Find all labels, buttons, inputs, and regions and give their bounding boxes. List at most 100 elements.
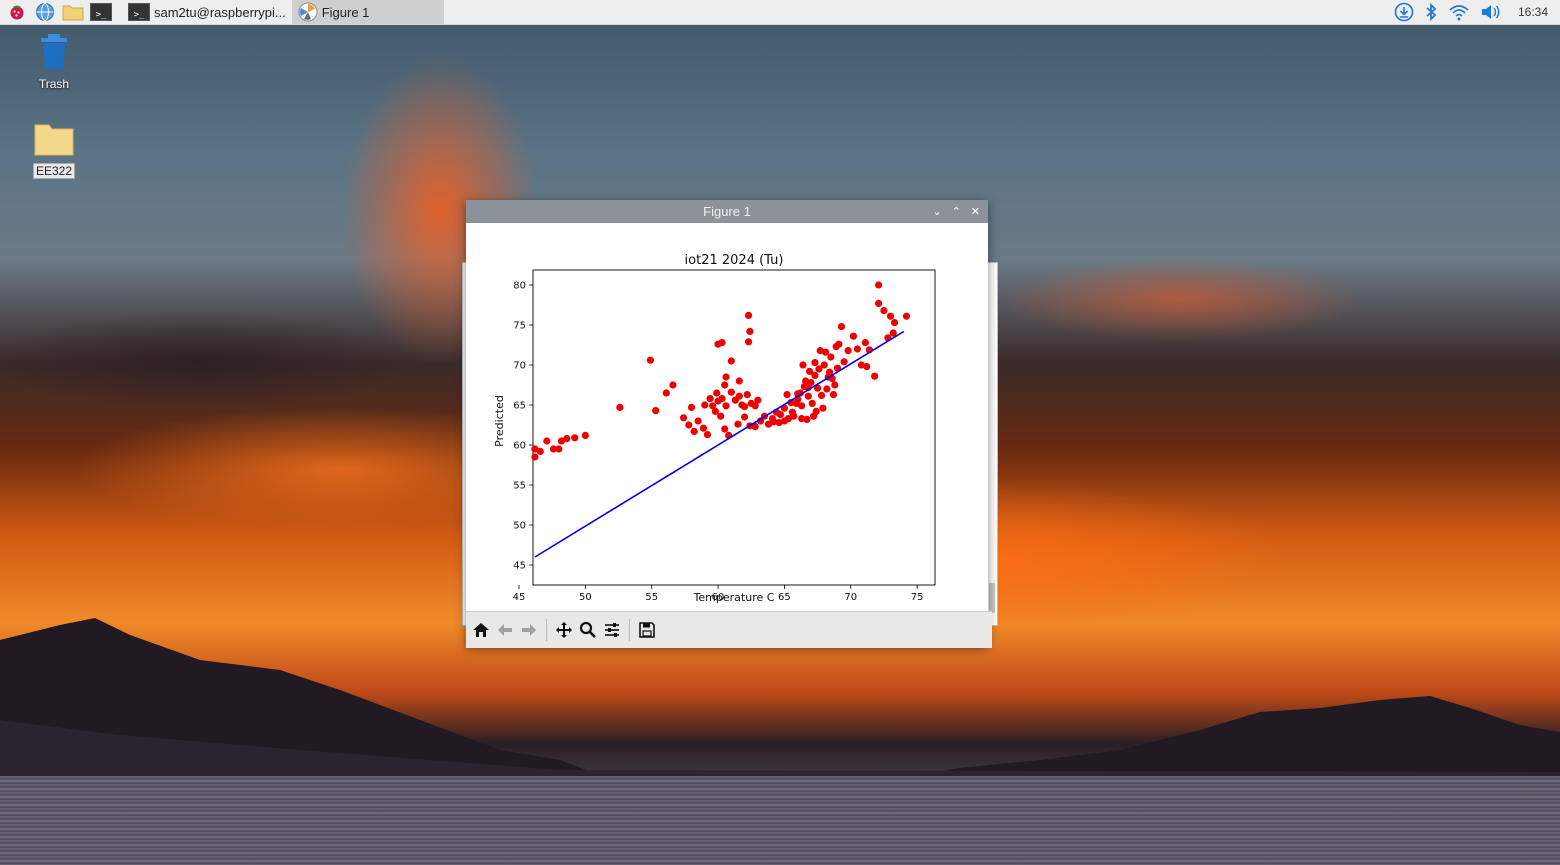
scatter-point [735, 392, 743, 400]
scatter-point [806, 367, 814, 375]
scatter-point [776, 411, 785, 419]
scatter-point [829, 391, 838, 399]
file-manager-folder-icon[interactable] [62, 1, 84, 23]
taskbar-task-terminal[interactable]: >_ sam2tu@raspberrypi... [122, 0, 292, 24]
wifi-icon[interactable] [1448, 3, 1470, 21]
scatter-point [798, 415, 806, 423]
scatter-point [812, 407, 820, 415]
desktop-icon-ee322[interactable]: EE322 [24, 122, 84, 179]
folder-icon [34, 124, 74, 156]
volume-icon[interactable] [1480, 3, 1502, 21]
scatter-point [722, 402, 730, 410]
terminal-icon: >_ [128, 3, 150, 21]
scatter-point [718, 339, 726, 347]
taskbar-task-label: sam2tu@raspberrypi... [154, 4, 286, 20]
scatter-point [717, 412, 725, 420]
maximize-icon[interactable]: ⌃ [952, 205, 961, 218]
scatter-point [871, 372, 879, 380]
scatter-point [835, 340, 843, 348]
scatter-point [669, 381, 677, 389]
scatter-point [536, 447, 544, 455]
y-tick-label: 70 [513, 361, 526, 372]
scatter-point [701, 401, 709, 409]
save-icon[interactable] [636, 619, 658, 641]
taskbar-task-label: Figure 1 [321, 4, 370, 20]
scatter-point [817, 391, 826, 399]
x-tick-label: 60 [712, 592, 725, 603]
scatter-point [735, 377, 743, 385]
configure-icon[interactable] [601, 619, 623, 641]
taskbar: >_ >_ sam2tu@raspberrypi... Figure 1 16:… [0, 0, 1560, 25]
minimize-icon[interactable]: ⌄ [932, 205, 941, 218]
x-tick-label: 75 [911, 592, 924, 603]
browser-globe-icon[interactable] [34, 1, 56, 23]
system-tray: 16:34 [1394, 0, 1560, 24]
scatter-point [819, 404, 827, 412]
navigation-toolbar [466, 611, 992, 648]
raspberry-menu-icon[interactable] [6, 1, 28, 23]
scatter-point [646, 356, 654, 364]
scatter-point [581, 431, 589, 439]
scatter-point [890, 319, 899, 327]
x-tick-label: 50 [579, 592, 592, 603]
window-title: Figure 1 [703, 204, 751, 219]
desktop-icon-label: EE322 [32, 163, 76, 179]
desktop-icon-label: Trash [38, 77, 70, 91]
scatter-point [875, 299, 883, 307]
toolbar-separator [629, 619, 630, 641]
scatter-point [880, 307, 888, 315]
close-icon[interactable]: ✕ [971, 205, 980, 218]
terminal-launcher-icon[interactable]: >_ [90, 1, 112, 23]
scatter-point [790, 412, 798, 420]
taskbar-task-figure[interactable]: Figure 1 [291, 0, 444, 24]
scatter-point [685, 421, 693, 429]
scatter-point [713, 389, 721, 397]
scatter-point [543, 437, 551, 445]
scatter-point [563, 435, 571, 443]
scatter-point [902, 312, 911, 320]
figure-window[interactable]: Figure 1 ⌄ ⌃ ✕ iot21 2024 (Tu) Temperatu… [466, 200, 992, 648]
scatter-point [727, 388, 735, 396]
scatter-point [808, 399, 816, 407]
pan-icon[interactable] [553, 619, 575, 641]
zoom-icon[interactable] [577, 619, 599, 641]
scatter-point [811, 359, 819, 367]
scatter-point [798, 402, 806, 410]
y-tick-label: 45 [513, 561, 526, 572]
window-titlebar[interactable]: Figure 1 ⌄ ⌃ ✕ [466, 200, 988, 223]
scatter-point [831, 381, 839, 389]
lake-water [0, 776, 1560, 865]
scatter-point [721, 425, 729, 433]
scatter-point [679, 414, 688, 422]
download-updates-icon[interactable] [1394, 2, 1414, 22]
scatter-point [770, 418, 778, 426]
y-tick-label: 50 [513, 521, 526, 532]
y-axis-label: Predicted [493, 395, 506, 447]
scatter-point [706, 395, 714, 403]
clock[interactable]: 16:34 [1518, 5, 1548, 19]
scatter-point [555, 445, 563, 453]
scatter-point [687, 403, 696, 411]
home-icon[interactable] [470, 619, 492, 641]
scatter-point [616, 403, 624, 411]
plot-frame [532, 269, 936, 586]
scrollbar[interactable] [989, 583, 995, 613]
x-axis-label: Temperature C [693, 591, 775, 604]
matplotlib-icon [298, 2, 318, 22]
scatter-point [662, 389, 670, 397]
scatter-point [840, 358, 848, 366]
scatter-point [837, 323, 846, 331]
bluetooth-icon[interactable] [1424, 2, 1438, 22]
trash-icon [41, 34, 67, 69]
y-tick-label: 80 [513, 281, 526, 292]
scatter-point [744, 338, 753, 346]
scatter-point [652, 407, 660, 415]
y-tick-label: 65 [513, 401, 526, 412]
desktop-icon-trash[interactable]: Trash [24, 32, 84, 91]
forward-arrow-icon[interactable] [518, 619, 540, 641]
scatter-point [783, 391, 791, 399]
scatter-point [571, 434, 579, 442]
back-arrow-icon[interactable] [494, 619, 516, 641]
scatter-point [744, 311, 753, 319]
plot-canvas[interactable]: iot21 2024 (Tu) Temperature C Predicted … [466, 223, 988, 611]
